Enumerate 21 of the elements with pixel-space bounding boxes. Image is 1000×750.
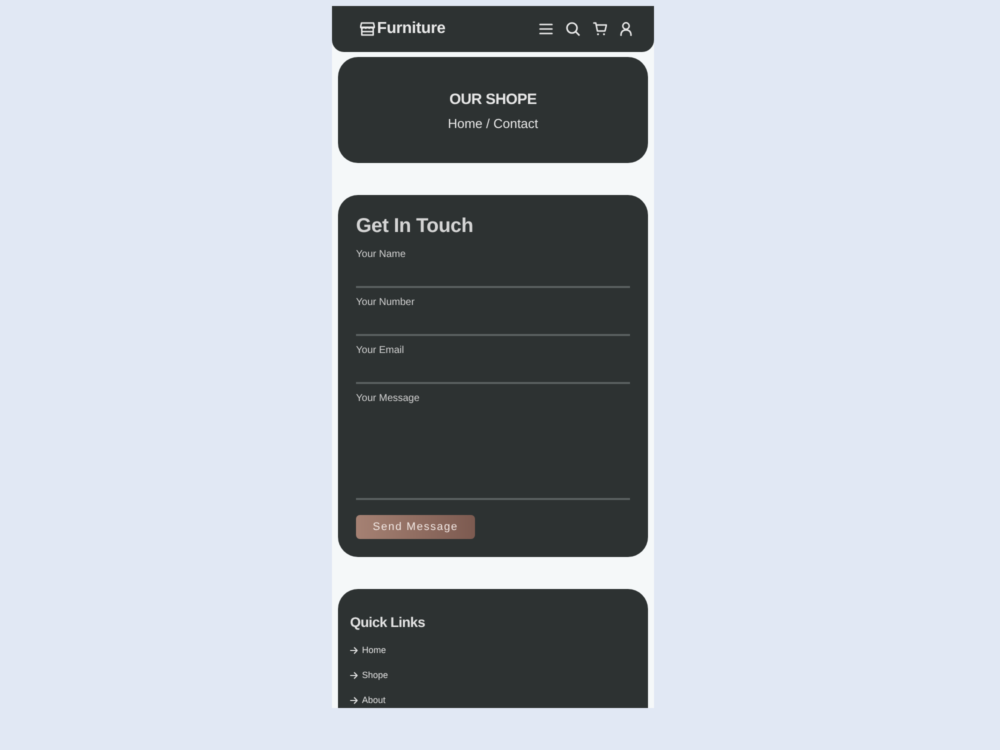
form-title: Get In Touch — [356, 214, 474, 238]
arrow-right-icon — [350, 672, 358, 678]
footer-link[interactable]: About — [362, 695, 386, 705]
send-message-button[interactable]: Send Message — [356, 515, 475, 539]
user-icon[interactable] — [620, 22, 632, 36]
search-icon[interactable] — [566, 22, 580, 36]
arrow-right-icon — [350, 696, 358, 704]
field-label: Your Message — [356, 392, 421, 405]
breadcrumb: Home / Contact — [448, 116, 538, 131]
menu-icon[interactable] — [539, 23, 553, 35]
cart-icon[interactable] — [593, 22, 607, 36]
arrow-right-icon — [350, 646, 358, 654]
footer-link[interactable]: Shope — [362, 670, 388, 680]
field-label: Your Number — [356, 296, 416, 309]
footer-link[interactable]: Home — [362, 645, 386, 655]
field-label: Your Email — [356, 344, 405, 357]
footer-title: Quick Links — [350, 613, 426, 631]
logo-text[interactable]: Furniture — [377, 20, 446, 38]
field-label: Your Name — [356, 248, 407, 261]
store-icon — [360, 22, 375, 36]
page-heading: OUR SHOPE — [449, 91, 537, 108]
